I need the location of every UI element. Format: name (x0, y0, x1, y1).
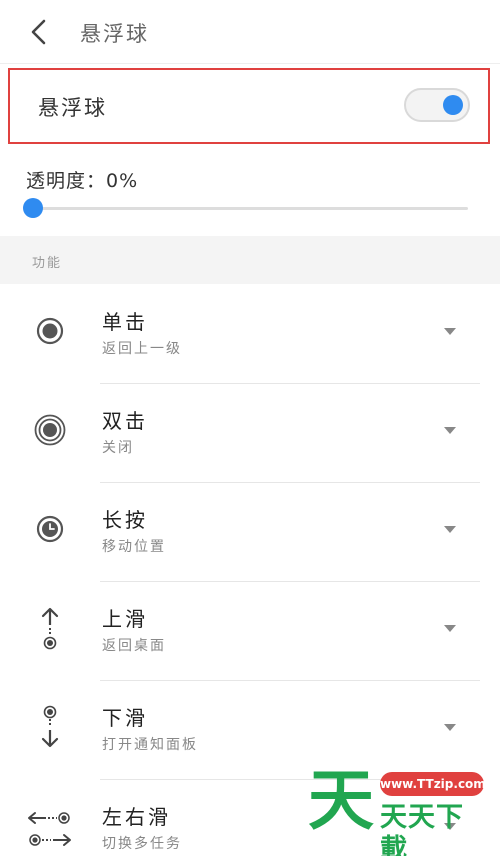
toggle-label: 悬浮球 (38, 96, 107, 120)
function-name: 长按 (102, 508, 148, 532)
function-desc: 切换多任务 (102, 836, 182, 852)
divider (100, 383, 480, 384)
opacity-slider-track[interactable] (28, 207, 468, 210)
section-header: 功能 (0, 236, 500, 284)
function-item-swipe-up[interactable]: 上滑 返回桌面 (0, 583, 500, 681)
function-item-double-tap[interactable]: 双击 关闭 (0, 385, 500, 483)
swipe-left-right-icon (28, 812, 71, 846)
swipe-up-icon (41, 607, 59, 650)
app-header: 悬浮球 (0, 0, 500, 64)
dropdown-caret-icon[interactable] (444, 625, 456, 632)
floating-ball-switch[interactable] (404, 88, 470, 122)
section-label: 功能 (32, 256, 63, 271)
function-item-long-press[interactable]: 长按 移动位置 (0, 484, 500, 582)
opacity-label: 透明度：0% (26, 170, 139, 192)
divider (100, 581, 480, 582)
opacity-slider-thumb[interactable] (23, 198, 43, 218)
function-item-single-tap[interactable]: 单击 返回上一级 (0, 286, 500, 384)
function-desc: 返回桌面 (102, 638, 166, 654)
watermark-logo-char: 天 (308, 762, 374, 839)
switch-knob (443, 95, 463, 115)
function-name: 单击 (102, 310, 148, 334)
divider (100, 482, 480, 483)
function-desc: 移动位置 (102, 539, 166, 555)
function-desc: 打开通知面板 (102, 737, 198, 753)
function-name: 上滑 (102, 607, 148, 631)
function-name: 双击 (102, 409, 148, 433)
dropdown-caret-icon[interactable] (444, 427, 456, 434)
chevron-left-icon (31, 19, 46, 45)
back-button[interactable] (22, 14, 58, 50)
page-title: 悬浮球 (80, 22, 149, 46)
double-circle-icon (34, 414, 66, 446)
floating-ball-toggle-row: 悬浮球 (8, 68, 490, 144)
swipe-down-icon (41, 705, 59, 748)
dot-circle-icon (36, 317, 64, 345)
watermark-text: 天天下載 (380, 802, 464, 856)
function-name: 左右滑 (102, 805, 171, 829)
dropdown-caret-icon[interactable] (444, 328, 456, 335)
watermark-url: www.TTzip.com (380, 772, 486, 796)
function-desc: 关闭 (102, 440, 134, 456)
divider (100, 680, 480, 681)
function-name: 下滑 (102, 706, 148, 730)
dropdown-caret-icon[interactable] (444, 724, 456, 731)
watermark-logo: 天 www.TTzip.com 天天下載 (308, 762, 486, 856)
clock-icon (36, 515, 64, 543)
function-desc: 返回上一级 (102, 341, 182, 357)
dropdown-caret-icon[interactable] (444, 526, 456, 533)
